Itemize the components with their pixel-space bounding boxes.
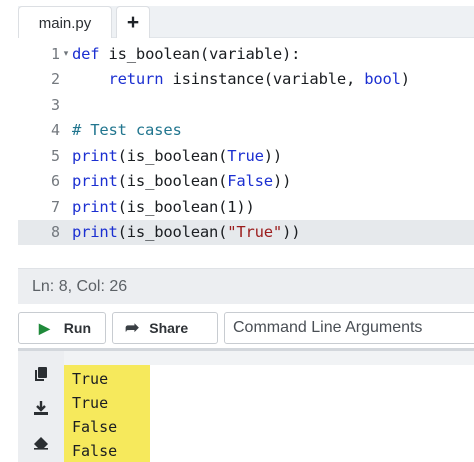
- copy-icon[interactable]: [32, 365, 50, 383]
- code-token: "True": [227, 223, 283, 242]
- code-token: def: [72, 44, 100, 63]
- add-file-tab-button[interactable]: +: [116, 6, 150, 39]
- code-text: return isinstance(variable, bool): [72, 70, 411, 89]
- code-token: # Test cases: [72, 121, 182, 140]
- run-label: Run: [63, 320, 91, 336]
- code-token: print: [72, 172, 118, 191]
- code-line[interactable]: 3: [18, 92, 474, 118]
- code-token: print: [72, 146, 118, 165]
- line-number: 1: [50, 44, 60, 63]
- code-text: # Test cases: [72, 121, 182, 139]
- code-token: is_boolean(variable):: [99, 44, 301, 63]
- command-line-arguments-input[interactable]: [224, 312, 474, 344]
- run-button[interactable]: ▶ Run: [18, 312, 106, 344]
- editor-status-bar: Ln: 8, Col: 26: [18, 268, 474, 304]
- code-token: False: [227, 172, 273, 191]
- code-token: (is_boolean(: [117, 172, 228, 191]
- code-text: def is_boolean(variable):: [72, 44, 301, 63]
- plus-icon: +: [126, 11, 140, 34]
- output-panel: True True False False: [18, 348, 474, 462]
- code-token: True: [227, 146, 264, 165]
- output-toolbar: [18, 351, 64, 462]
- action-bar: ▶ Run ➦ Share: [18, 312, 474, 344]
- line-number: 6: [50, 172, 60, 191]
- code-token: )): [236, 197, 255, 216]
- code-token: print: [72, 223, 118, 242]
- code-line[interactable]: 7 print(is_boolean(1)): [18, 194, 474, 220]
- fold-toggle-icon[interactable]: ▾: [60, 48, 72, 59]
- share-button[interactable]: ➦ Share: [112, 312, 218, 344]
- code-text: print(is_boolean(True)): [72, 147, 282, 165]
- output-line: False: [72, 418, 118, 436]
- line-number: 8: [50, 223, 60, 242]
- play-icon: ▶: [39, 319, 50, 336]
- line-number: 4: [50, 121, 60, 140]
- share-label: Share: [149, 320, 189, 336]
- code-text: print(is_boolean(1)): [72, 198, 255, 216]
- output-line: True: [72, 370, 109, 388]
- tab-label: main.py: [38, 14, 92, 32]
- line-number: 5: [50, 146, 60, 165]
- file-tab-bar: main.py +: [18, 6, 474, 39]
- download-icon[interactable]: [32, 399, 50, 417]
- code-token: )): [272, 172, 292, 191]
- code-text: print(is_boolean("True")): [72, 223, 301, 242]
- code-editor[interactable]: 1 ▾ def is_boolean(variable): 2 return isin…: [18, 38, 474, 268]
- cursor-position: Ln: 8, Col: 26: [32, 277, 128, 295]
- code-token: isinstance(variable,: [163, 70, 365, 89]
- code-token: (is_boolean(: [117, 146, 228, 165]
- code-token: (is_boolean(: [117, 197, 228, 216]
- code-line[interactable]: 2 return isinstance(variable, bool): [18, 67, 474, 93]
- output-line: False: [72, 442, 118, 460]
- eraser-icon[interactable]: [32, 433, 50, 451]
- code-line[interactable]: 4 # Test cases: [18, 118, 474, 144]
- code-token: )): [282, 223, 301, 242]
- share-arrow-icon: ➦: [125, 318, 140, 337]
- code-token: bool: [364, 70, 401, 89]
- code-token: )): [263, 146, 283, 165]
- code-token: return: [108, 70, 164, 89]
- output-console[interactable]: True True False False: [64, 365, 474, 462]
- line-number: 7: [50, 197, 60, 216]
- output-line: True: [72, 394, 109, 412]
- code-token: (is_boolean(: [117, 223, 228, 242]
- line-number: 3: [50, 95, 60, 114]
- tab-main-py[interactable]: main.py: [18, 6, 112, 39]
- code-text: print(is_boolean(False)): [72, 172, 291, 190]
- code-token: print: [72, 197, 118, 216]
- code-line[interactable]: 1 ▾ def is_boolean(variable):: [18, 41, 474, 67]
- code-line[interactable]: 6 print(is_boolean(False)): [18, 169, 474, 195]
- line-number: 2: [50, 70, 60, 89]
- code-line[interactable]: 8 print(is_boolean("True")): [18, 219, 474, 245]
- code-line[interactable]: 5 print(is_boolean(True)): [18, 143, 474, 169]
- code-token: ): [400, 70, 410, 89]
